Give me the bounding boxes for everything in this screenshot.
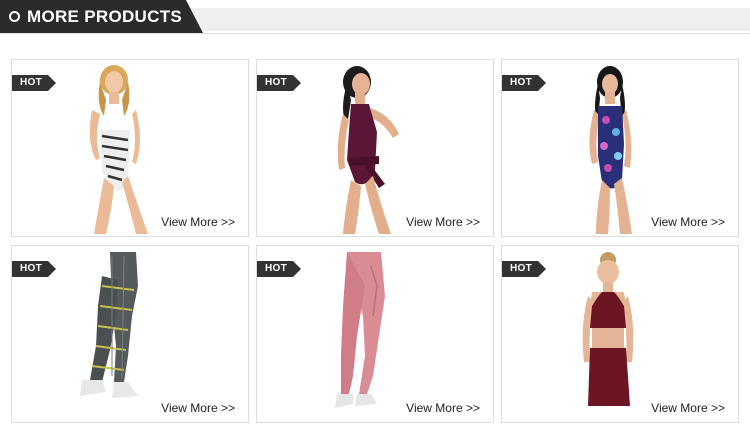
product-card[interactable]: HOT View More >> [256, 245, 494, 423]
view-more-link[interactable]: View More >> [160, 215, 236, 229]
product-image[interactable] [307, 246, 417, 422]
product-image[interactable] [552, 246, 662, 422]
hot-badge: HOT [502, 261, 546, 277]
hot-badge: HOT [257, 75, 301, 91]
circle-icon [9, 11, 20, 22]
product-card[interactable]: HOT View More >> [501, 59, 739, 237]
hot-badge: HOT [257, 261, 301, 277]
section-header: MORE PRODUCTS [0, 0, 750, 36]
product-card[interactable]: HOT View More >> [256, 59, 494, 237]
product-card[interactable]: HOT View More >> [11, 59, 249, 237]
product-card[interactable]: HOT View More >> [11, 245, 249, 423]
product-image[interactable] [552, 60, 662, 236]
view-more-link[interactable]: View More >> [650, 401, 726, 415]
section-title: MORE PRODUCTS [27, 6, 183, 26]
product-image[interactable] [62, 246, 172, 422]
product-card[interactable]: HOT View More >> [501, 245, 739, 423]
header-divider [0, 33, 750, 34]
hot-badge: HOT [502, 75, 546, 91]
product-image[interactable] [62, 60, 172, 236]
header-tab: MORE PRODUCTS [0, 0, 203, 33]
view-more-link[interactable]: View More >> [650, 215, 726, 229]
view-more-link[interactable]: View More >> [160, 401, 236, 415]
hot-badge: HOT [12, 261, 56, 277]
hot-badge: HOT [12, 75, 56, 91]
view-more-link[interactable]: View More >> [405, 215, 481, 229]
product-image[interactable] [307, 60, 417, 236]
view-more-link[interactable]: View More >> [405, 401, 481, 415]
